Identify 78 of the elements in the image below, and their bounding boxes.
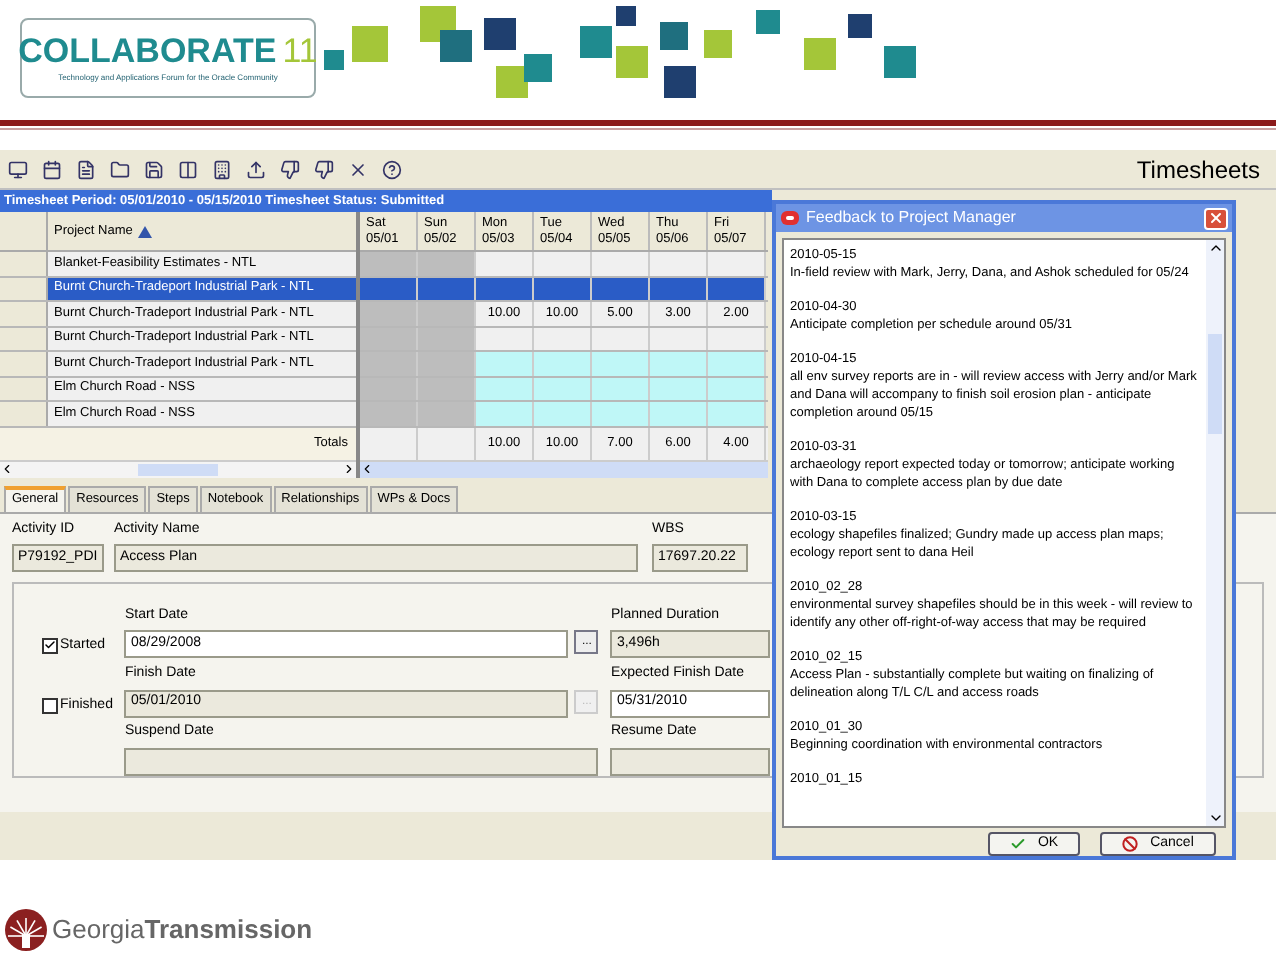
close-button[interactable] [1204, 207, 1228, 229]
hours-cell[interactable] [360, 277, 418, 300]
scroll-right-icon[interactable] [342, 462, 356, 476]
hours-cell[interactable] [650, 377, 708, 400]
hours-cell[interactable] [476, 377, 534, 400]
help-icon[interactable] [382, 159, 402, 179]
hours-cell[interactable] [708, 377, 766, 400]
cancel-icon [1122, 836, 1139, 852]
scroll-left-icon[interactable] [0, 462, 14, 476]
hours-cell[interactable] [418, 377, 476, 400]
hours-cell[interactable] [534, 327, 592, 350]
scrollbar-thumb[interactable] [1208, 333, 1222, 433]
hours-cell[interactable] [418, 352, 476, 375]
hours-cell[interactable] [360, 327, 418, 350]
hours-cell[interactable] [650, 277, 708, 300]
scroll-up-icon[interactable] [1207, 240, 1223, 256]
sort-icon [138, 225, 153, 237]
hours-cell[interactable] [650, 327, 708, 350]
hours-cell[interactable] [418, 302, 476, 325]
hours-cell[interactable] [360, 402, 418, 425]
thumbs-down-icon[interactable] [280, 159, 300, 179]
close-icon [1208, 210, 1224, 226]
hours-cell[interactable] [418, 327, 476, 350]
logo-text: COLLABORATE [18, 33, 277, 67]
dialog-title: Feedback to Project Manager [806, 206, 1016, 230]
hours-cell[interactable] [534, 277, 592, 300]
hours-cell[interactable] [592, 327, 650, 350]
hours-cell[interactable] [476, 327, 534, 350]
hours-cell[interactable] [592, 277, 650, 300]
hours-cell[interactable] [650, 352, 708, 375]
hours-cell[interactable] [534, 252, 592, 275]
folder-icon[interactable] [110, 159, 130, 179]
hours-cell[interactable] [476, 252, 534, 275]
calendar-icon[interactable] [42, 159, 62, 179]
check-icon [1009, 836, 1026, 852]
hours-cell[interactable] [418, 277, 476, 300]
checkbox[interactable] [42, 697, 58, 714]
vertical-scrollbar[interactable] [1206, 240, 1224, 826]
suspend-date-field[interactable] [124, 747, 599, 776]
window-title: Timesheets [1136, 153, 1260, 187]
hours-cell[interactable] [708, 277, 766, 300]
hours-cell[interactable] [592, 402, 650, 425]
hours-cell[interactable] [360, 377, 418, 400]
scroll-left-icon[interactable] [360, 462, 374, 476]
resume-date-field[interactable] [610, 747, 771, 776]
hours-cell[interactable] [708, 402, 766, 425]
checkbox[interactable] [42, 637, 58, 654]
hours-cell[interactable] [360, 252, 418, 275]
hours-cell[interactable] [708, 327, 766, 350]
hours-cell[interactable] [592, 352, 650, 375]
hours-cell[interactable] [476, 277, 534, 300]
building-icon[interactable] [212, 159, 232, 179]
hours-cell[interactable] [708, 252, 766, 275]
hours-cell[interactable] [708, 352, 766, 375]
hours-cell[interactable] [650, 402, 708, 425]
hours-cell[interactable] [534, 402, 592, 425]
hours-cell[interactable] [418, 402, 476, 425]
hours-cell[interactable] [534, 377, 592, 400]
hours-cell[interactable] [476, 402, 534, 425]
hours-cell[interactable] [418, 252, 476, 275]
hours-cell[interactable] [476, 352, 534, 375]
columns-icon[interactable] [178, 159, 198, 179]
company-logo-text: GeorgiaTransmission [52, 912, 313, 949]
logo-number: 11 [282, 33, 318, 67]
hours-cell[interactable] [592, 252, 650, 275]
hours-cell[interactable] [592, 377, 650, 400]
app-icon [780, 210, 800, 226]
monitor-icon[interactable] [8, 159, 28, 179]
thumbs-down-icon[interactable] [314, 159, 334, 179]
hours-cell[interactable] [650, 252, 708, 275]
document-icon[interactable] [76, 159, 96, 179]
hours-cell[interactable] [360, 352, 418, 375]
hours-cell[interactable] [360, 302, 418, 325]
close-icon[interactable] [348, 159, 368, 179]
scroll-down-icon[interactable] [1207, 810, 1223, 826]
upload-icon[interactable] [246, 159, 266, 179]
save-icon[interactable] [144, 159, 164, 179]
hours-cell[interactable] [534, 352, 592, 375]
